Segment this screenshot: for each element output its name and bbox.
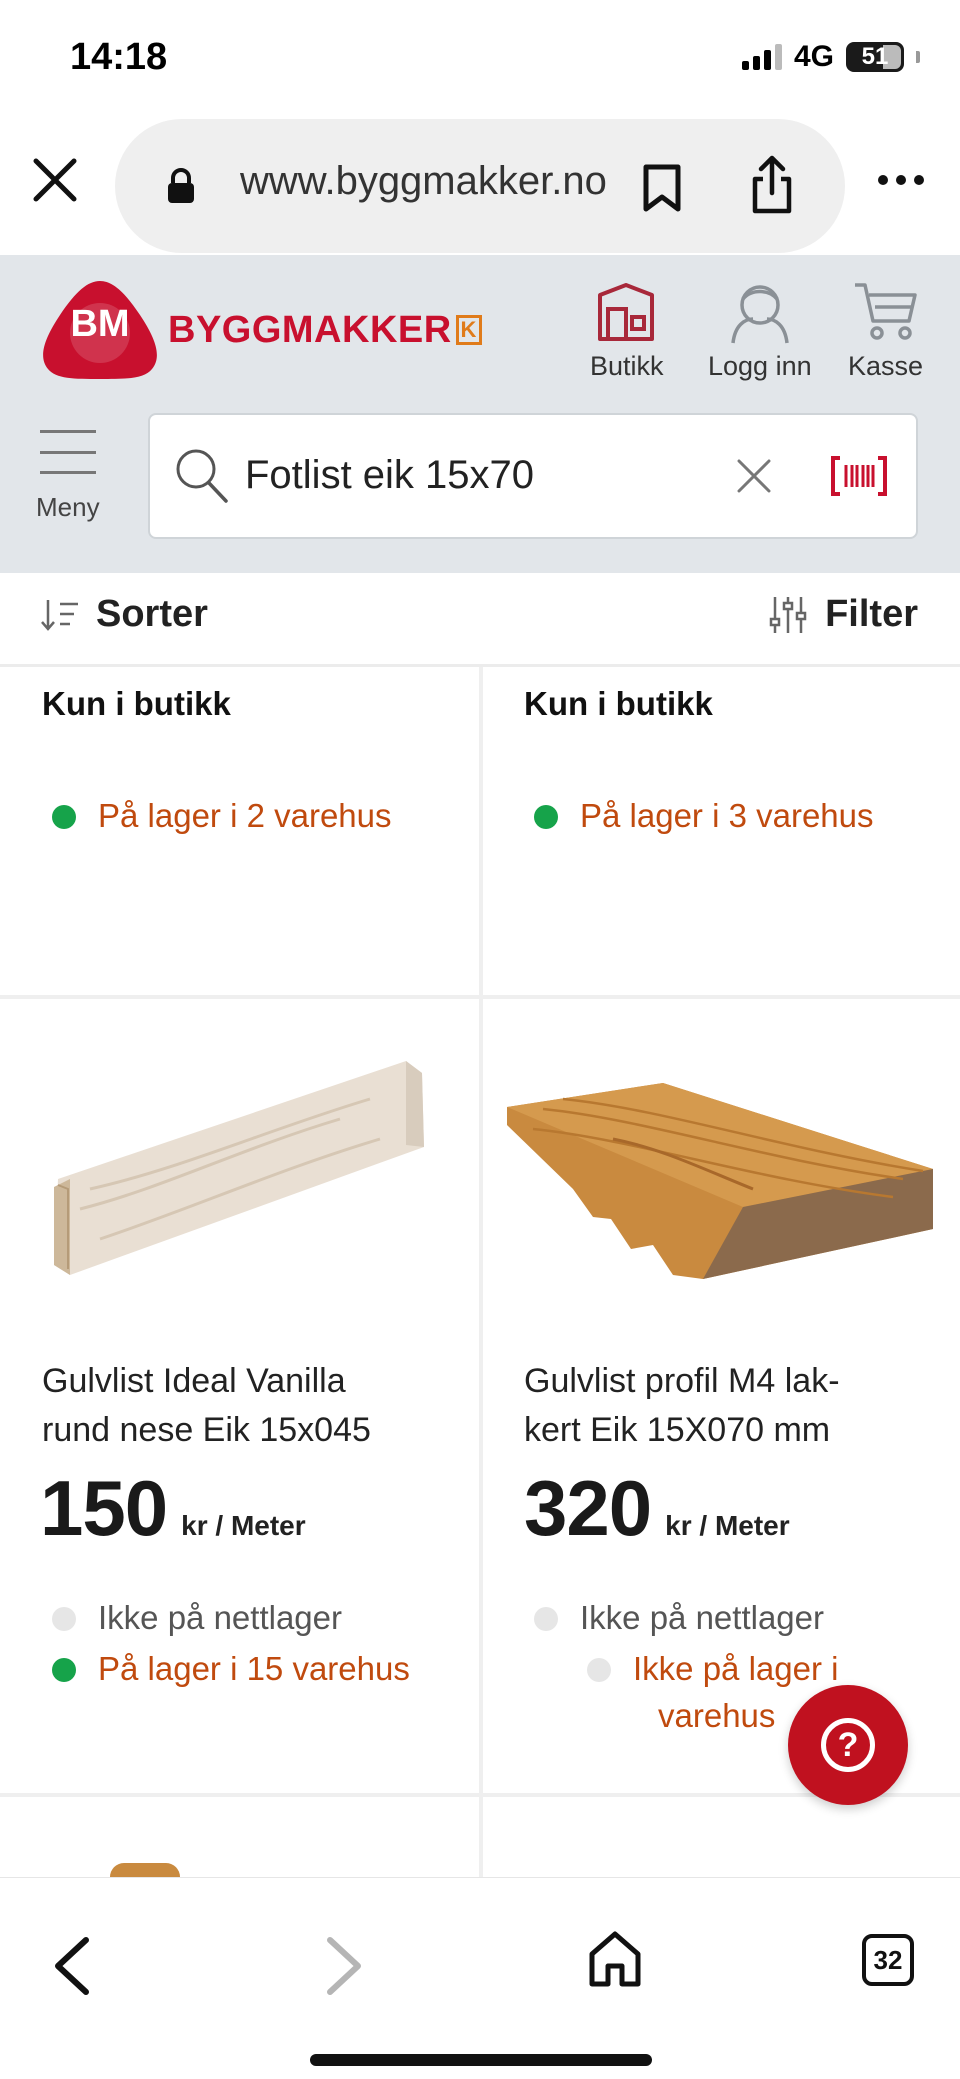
byggmakker-logo[interactable]: BM BYGGMAKKER K xyxy=(40,277,482,383)
battery-tip xyxy=(916,51,920,63)
product-price: 150 kr / Meter xyxy=(40,1463,306,1554)
cart-label: Kasse xyxy=(848,351,924,381)
battery-icon: 51 xyxy=(846,42,904,72)
out-of-stock-dot xyxy=(52,1607,76,1631)
logo-wordmark-text: BYGGMAKKER xyxy=(168,308,452,351)
barcode-scanner-icon[interactable] xyxy=(830,455,888,497)
product-price: 320 kr / Meter xyxy=(524,1463,790,1554)
product-name[interactable]: Gulvlist profil M4 lak- kert Eik 15X070 … xyxy=(524,1357,944,1455)
out-of-stock-dot xyxy=(534,1607,558,1631)
sort-label: Sorter xyxy=(96,593,208,635)
store-only-badge: Kun i butikk xyxy=(524,685,713,722)
lock-icon xyxy=(168,168,194,203)
search-icon xyxy=(176,449,228,503)
clear-search-icon[interactable] xyxy=(735,457,773,495)
menu-label: Meny xyxy=(36,492,100,522)
battery-level: 51 xyxy=(861,43,889,70)
product-image-lacquered-oak[interactable] xyxy=(503,1079,943,1279)
store-stock-text[interactable]: Ikke på lager i xyxy=(633,1650,838,1688)
store-stock: Ikke på lager i xyxy=(587,1650,838,1688)
user-icon xyxy=(731,285,789,344)
sort-icon xyxy=(41,599,78,631)
forward-icon[interactable] xyxy=(322,1936,366,1996)
product-card[interactable]: Gulvlist profil M4 lak- kert Eik 15X070 … xyxy=(483,999,960,1793)
store-stock: På lager i 15 varehus xyxy=(52,1650,410,1688)
store-stock-text[interactable]: På lager i 3 varehus xyxy=(580,797,874,835)
login-label: Logg inn xyxy=(708,351,812,381)
url-text[interactable]: www.byggmakker.no xyxy=(240,159,620,204)
filter-icon xyxy=(769,596,807,633)
online-stock-text: Ikke på nettlager xyxy=(98,1599,342,1636)
more-icon[interactable] xyxy=(878,175,924,185)
store-stock: På lager i 2 varehus xyxy=(52,797,392,835)
search-input[interactable] xyxy=(245,443,665,507)
price-unit: kr / Meter xyxy=(181,1510,306,1541)
product-card[interactable]: Kun i butikk På lager i 2 varehus xyxy=(0,667,479,995)
product-name-line: rund nese Eik 15x045 xyxy=(42,1411,371,1449)
search-box[interactable] xyxy=(148,413,918,539)
product-card[interactable] xyxy=(0,1797,479,1877)
cart-icon xyxy=(854,283,917,340)
in-stock-dot xyxy=(534,805,558,829)
store-button[interactable]: Butikk xyxy=(590,279,664,382)
home-icon[interactable] xyxy=(588,1930,642,1988)
share-icon[interactable] xyxy=(747,155,797,215)
status-time: 14:18 xyxy=(70,36,168,78)
product-name-line: kert Eik 15X070 mm xyxy=(524,1411,831,1449)
price-value: 150 xyxy=(40,1464,168,1552)
online-stock-text: Ikke på nettlager xyxy=(580,1599,824,1636)
store-stock-text-cont[interactable]: varehus xyxy=(658,1697,775,1735)
product-name-line: Gulvlist Ideal Vanilla xyxy=(42,1362,346,1400)
status-bar: 14:18 4G 51 xyxy=(0,0,960,115)
menu-button[interactable]: Meny xyxy=(36,430,100,523)
site-header: BM BYGGMAKKER K Butikk Logg inn Kasse Me… xyxy=(0,255,960,573)
online-stock: Ikke på nettlager xyxy=(52,1599,342,1637)
in-stock-dot xyxy=(52,1658,76,1682)
tabs-button[interactable]: 32 xyxy=(862,1934,914,1986)
browser-address-bar: www.byggmakker.no xyxy=(0,115,960,255)
cart-button[interactable]: Kasse xyxy=(848,279,923,382)
store-stock: På lager i 3 varehus xyxy=(534,797,874,835)
status-indicators: 4G 51 xyxy=(741,40,920,74)
home-indicator xyxy=(310,2054,652,2066)
hamburger-icon xyxy=(39,430,96,474)
online-stock: Ikke på nettlager xyxy=(534,1599,824,1637)
product-card[interactable] xyxy=(483,1797,960,1877)
product-card[interactable]: Gulvlist Ideal Vanilla rund nese Eik 15x… xyxy=(0,999,479,1793)
back-icon[interactable] xyxy=(50,1936,94,1996)
signal-icon xyxy=(741,44,782,70)
product-name[interactable]: Gulvlist Ideal Vanilla rund nese Eik 15x… xyxy=(42,1357,462,1455)
logo-wordmark: BYGGMAKKER K xyxy=(168,309,482,352)
product-image-partial xyxy=(110,1863,180,1877)
product-image-light-oak[interactable] xyxy=(40,1059,440,1279)
filter-label: Filter xyxy=(825,593,918,635)
help-button[interactable]: ? xyxy=(788,1685,908,1805)
store-stock-text[interactable]: På lager i 15 varehus xyxy=(98,1650,410,1688)
browser-toolbar: 32 xyxy=(0,1877,960,2079)
help-icon: ? xyxy=(821,1718,875,1772)
store-only-badge: Kun i butikk xyxy=(42,685,231,722)
store-stock-text[interactable]: På lager i 2 varehus xyxy=(98,797,392,835)
sort-filter-bar: Sorter Filter xyxy=(0,573,960,667)
store-label: Butikk xyxy=(590,351,664,381)
login-button[interactable]: Logg inn xyxy=(708,279,812,382)
in-stock-dot xyxy=(52,805,76,829)
network-type: 4G xyxy=(793,40,834,73)
bookmark-icon[interactable] xyxy=(640,163,684,213)
product-card[interactable]: Kun i butikk På lager i 3 varehus xyxy=(483,667,960,995)
logo-mark: BM xyxy=(40,277,160,383)
price-unit: kr / Meter xyxy=(665,1510,790,1541)
url-field[interactable]: www.byggmakker.no xyxy=(115,119,845,253)
out-of-stock-dot xyxy=(587,1658,611,1682)
price-value: 320 xyxy=(524,1464,652,1552)
close-icon[interactable] xyxy=(30,155,80,205)
sort-button[interactable]: Sorter xyxy=(40,593,208,636)
store-icon xyxy=(597,283,654,341)
logo-initials: BM xyxy=(70,303,130,345)
logo-badge: K xyxy=(455,315,482,345)
product-name-line: Gulvlist profil M4 lak- xyxy=(524,1362,840,1400)
filter-button[interactable]: Filter xyxy=(769,593,918,636)
